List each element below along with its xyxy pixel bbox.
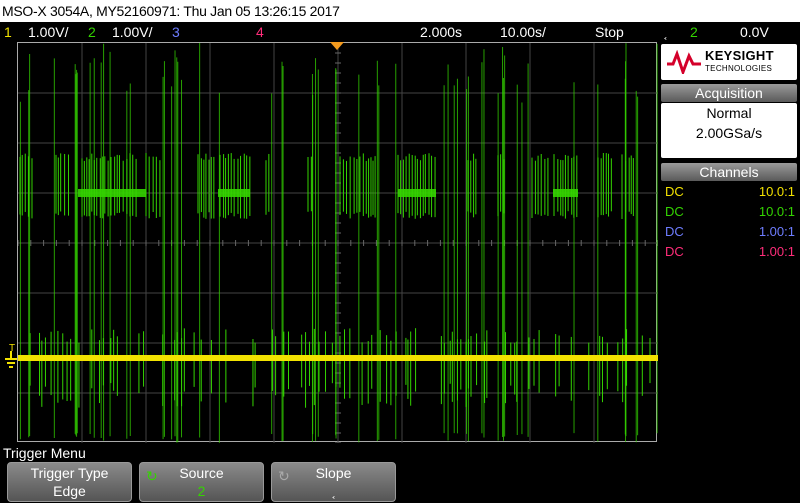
channel-3-probe-ratio: 1.00:1: [758, 224, 795, 239]
waveform-svg: [18, 43, 658, 443]
channel-1-scale[interactable]: 1.00V/: [28, 22, 68, 42]
channels-header[interactable]: Channels: [661, 163, 797, 181]
channel-2-row[interactable]: DC 10.0:1: [665, 202, 797, 222]
window-title: MSO-X 3054A, MY52160971: Thu Jan 05 13:2…: [2, 3, 340, 19]
channel-1-probe-ratio: 10.0:1: [758, 184, 795, 199]
sample-rate: 2.00GSa/s: [695, 125, 763, 141]
trigger-position-marker[interactable]: [330, 42, 344, 52]
keysight-wave-icon: [667, 50, 701, 74]
softkey-label: Slope: [315, 465, 352, 481]
channel-2-scale[interactable]: 1.00V/: [112, 22, 152, 42]
channel-2-number[interactable]: 2: [88, 22, 96, 42]
source-softkey[interactable]: ↻ Source 2: [139, 462, 264, 502]
right-panel: KEYSIGHT TECHNOLOGIES Acquisition Normal…: [658, 42, 800, 442]
status-bar: 1 1.00V/ 2 1.00V/ 3 4 2.000s 10.00s/ Sto…: [0, 22, 800, 42]
channel-2-probe-ratio: 10.0:1: [758, 204, 795, 219]
knob-icon: ↻: [278, 468, 290, 484]
channel-1-baseline: [18, 355, 658, 361]
trigger-level-marker[interactable]: T: [4, 343, 18, 371]
acquisition-header[interactable]: Acquisition: [661, 84, 797, 102]
rising-slope-icon: ˱: [331, 483, 336, 499]
softkey-value: 2: [197, 483, 206, 499]
trigger-source[interactable]: 2: [690, 22, 698, 42]
channel-2-coupling: DC: [665, 204, 684, 219]
rising-edge-icon: ˱: [663, 24, 668, 40]
acquisition-box: Normal 2.00GSa/s: [661, 103, 797, 158]
logo-brand: KEYSIGHT: [705, 48, 774, 63]
logo-subtitle: TECHNOLOGIES: [705, 64, 773, 73]
softkey-label: Source: [179, 465, 224, 481]
channel-4-row[interactable]: DC 1.00:1: [665, 242, 797, 262]
horizontal-position[interactable]: 2.000s: [420, 22, 462, 42]
channels-list: DC 10.0:1 DC 10.0:1 DC 1.00:1 DC 1.00:1: [661, 182, 797, 266]
channel-1-coupling: DC: [665, 184, 684, 199]
menu-title: Trigger Menu: [3, 445, 86, 461]
knob-icon: ↻: [146, 468, 158, 484]
run-state[interactable]: Stop: [595, 22, 624, 42]
softkey-label: Trigger Type: [30, 465, 109, 481]
channel-1-trace: [18, 355, 658, 361]
slope-softkey[interactable]: ↻ Slope ˱: [271, 462, 396, 502]
channel-3-row[interactable]: DC 1.00:1: [665, 222, 797, 242]
channel-1-row[interactable]: DC 10.0:1: [665, 182, 797, 202]
timebase-scale[interactable]: 10.00s/: [500, 22, 546, 42]
channel-3-coupling: DC: [665, 224, 684, 239]
title-bar: MSO-X 3054A, MY52160971: Thu Jan 05 13:2…: [0, 0, 800, 22]
channel-4-coupling: DC: [665, 244, 684, 259]
keysight-logo: KEYSIGHT TECHNOLOGIES: [661, 44, 797, 80]
waveform-display[interactable]: [17, 42, 658, 443]
channel-3-number[interactable]: 3: [172, 22, 180, 42]
channel-4-probe-ratio: 1.00:1: [758, 244, 795, 259]
channel-1-number[interactable]: 1: [4, 22, 12, 42]
softkey-value: Edge: [53, 483, 86, 499]
channel-4-number[interactable]: 4: [256, 22, 264, 42]
trigger-type-softkey[interactable]: Trigger Type Edge: [7, 462, 132, 502]
ground-icon: [5, 351, 17, 368]
trigger-level[interactable]: 0.0V: [740, 22, 769, 42]
acquisition-mode: Normal: [706, 105, 752, 121]
